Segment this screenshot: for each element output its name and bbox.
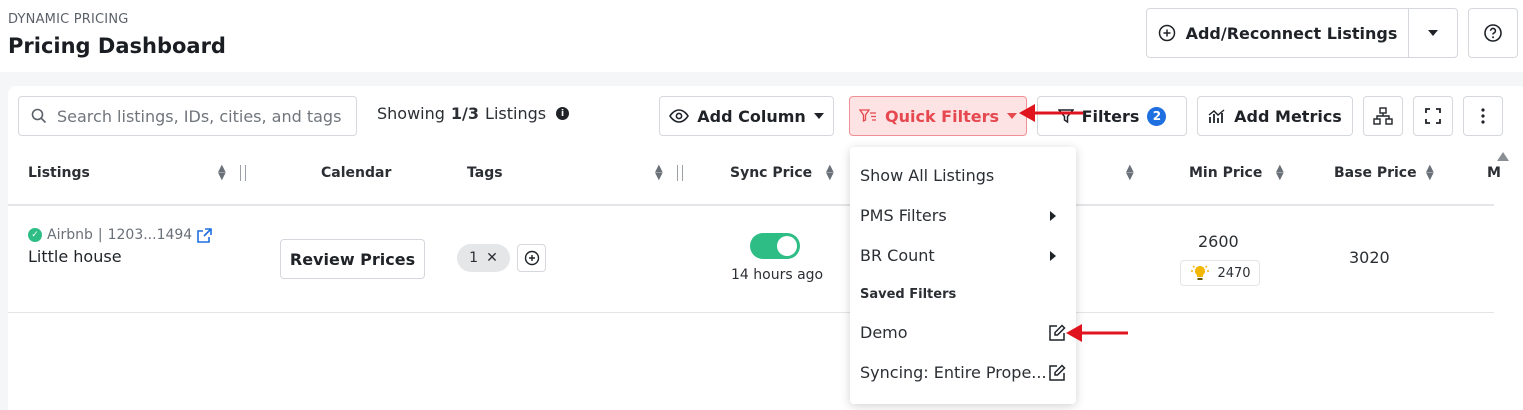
quick-filters-button[interactable]: Quick Filters	[849, 96, 1027, 136]
listing-channel: ✓ Airbnb | 1203...1494	[28, 227, 213, 243]
sort-icon[interactable]: ▲ ▼	[1126, 164, 1134, 182]
help-button[interactable]	[1468, 8, 1518, 58]
caret-down-icon	[1428, 30, 1438, 36]
column-header-sync-price[interactable]: Sync Price	[730, 165, 812, 181]
search-input[interactable]	[57, 106, 347, 126]
min-price-value[interactable]: 2600	[1198, 232, 1239, 251]
column-header-base-price[interactable]: Base Price	[1334, 165, 1417, 181]
column-header-tags[interactable]: Tags	[467, 165, 503, 181]
suggestion-value: 2470	[1217, 265, 1251, 281]
eye-icon	[669, 109, 690, 123]
lightbulb-icon	[1191, 265, 1210, 280]
tag-count: 1	[469, 250, 479, 266]
listing-name[interactable]: Little house	[28, 247, 122, 266]
add-listings-dropdown-button[interactable]	[1408, 8, 1458, 58]
min-price-suggestion[interactable]: 2470	[1180, 260, 1260, 286]
fullscreen-button[interactable]	[1413, 96, 1453, 136]
menu-item-show-all-listings[interactable]: Show All Listings	[860, 166, 994, 185]
section-label: DYNAMIC PRICING	[8, 12, 129, 27]
add-tag-button[interactable]	[517, 244, 546, 272]
expand-icon	[1425, 108, 1441, 124]
question-circle-icon	[1484, 24, 1502, 42]
showing-number: 1/3	[450, 104, 480, 123]
add-reconnect-label: Add/Reconnect Listings	[1185, 23, 1398, 43]
close-icon[interactable]: ✕	[486, 250, 498, 266]
column-header-calendar[interactable]: Calendar	[321, 165, 391, 181]
add-metrics-label: Add Metrics	[1234, 106, 1342, 126]
sync-price-toggle[interactable]	[750, 233, 800, 259]
review-prices-button[interactable]: Review Prices	[280, 239, 425, 279]
external-link-icon[interactable]	[197, 227, 213, 243]
listing-id: 1203...1494	[107, 227, 193, 243]
info-icon[interactable]: i	[556, 107, 570, 120]
column-header-min-price[interactable]: Min Price	[1189, 165, 1262, 181]
chart-metrics-icon	[1208, 109, 1225, 123]
edit-icon[interactable]	[1048, 364, 1066, 382]
showing-prefix: Showing	[377, 104, 445, 123]
sort-icon[interactable]: ▲ ▼	[1276, 164, 1284, 182]
saved-filter-demo[interactable]: Demo	[860, 323, 908, 342]
table-row[interactable]: ✓ Airbnb | 1203...1494 Little house Revi…	[8, 207, 1494, 313]
filters-count-badge: 2	[1147, 106, 1167, 126]
scroll-up-arrow[interactable]	[1497, 152, 1509, 161]
filters-label: Filters	[1081, 106, 1140, 126]
page-title: Pricing Dashboard	[8, 34, 226, 58]
menu-item-br-count[interactable]: BR Count	[860, 246, 935, 265]
column-header-listings[interactable]: Listings	[28, 165, 90, 181]
table-header: Listings ▲ ▼ Calendar Tags ▲ ▼ Sync Price …	[8, 146, 1501, 206]
showing-suffix: Listings	[485, 104, 547, 123]
quick-filters-menu: Show All Listings PMS Filters BR Count S…	[850, 147, 1076, 404]
plus-circle-icon	[1158, 24, 1175, 42]
column-resize-handle[interactable]	[677, 165, 683, 181]
channel-name: Airbnb	[47, 227, 93, 243]
annotation-arrow-icon	[1066, 324, 1128, 342]
column-resize-handle[interactable]	[240, 165, 246, 181]
submenu-arrow-icon	[1050, 211, 1056, 221]
menu-item-pms-filters[interactable]: PMS Filters	[860, 206, 947, 225]
sort-icon[interactable]: ▲ ▼	[655, 164, 663, 182]
more-options-button[interactable]	[1463, 96, 1503, 136]
caret-down-icon	[813, 113, 824, 119]
search-icon	[31, 108, 47, 124]
add-column-label: Add Column	[697, 106, 806, 126]
add-column-button[interactable]: Add Column	[659, 96, 834, 136]
check-circle-icon: ✓	[28, 228, 42, 242]
add-reconnect-listings-button[interactable]: Add/Reconnect Listings	[1146, 8, 1409, 58]
saved-filter-syncing[interactable]: Syncing: Entire Prope...	[860, 363, 1047, 382]
plus-circle-icon	[524, 250, 539, 266]
quick-filters-label: Quick Filters	[885, 106, 999, 126]
sort-icon[interactable]: ▲ ▼	[218, 164, 226, 182]
annotation-arrow-icon	[1019, 104, 1083, 122]
saved-filters-heading: Saved Filters	[860, 287, 957, 302]
base-price-value[interactable]: 3020	[1349, 248, 1390, 267]
submenu-arrow-icon	[1050, 251, 1056, 261]
showing-count: Showing 1/3 Listings i	[377, 104, 570, 123]
sort-icon[interactable]: ▲ ▼	[826, 164, 834, 182]
channel-separator: |	[97, 227, 103, 243]
vertical-dots-icon	[1481, 108, 1485, 124]
hierarchy-view-button[interactable]	[1363, 96, 1403, 136]
column-header-partial[interactable]: M	[1487, 165, 1501, 181]
search-box[interactable]	[18, 96, 357, 136]
filter-list-icon	[859, 109, 876, 123]
sync-time: 14 hours ago	[731, 267, 824, 283]
sort-icon[interactable]: ▲ ▼	[1426, 164, 1434, 182]
add-metrics-button[interactable]: Add Metrics	[1197, 96, 1353, 136]
tag-chip[interactable]: 1 ✕	[457, 244, 510, 272]
hierarchy-icon	[1373, 107, 1393, 125]
